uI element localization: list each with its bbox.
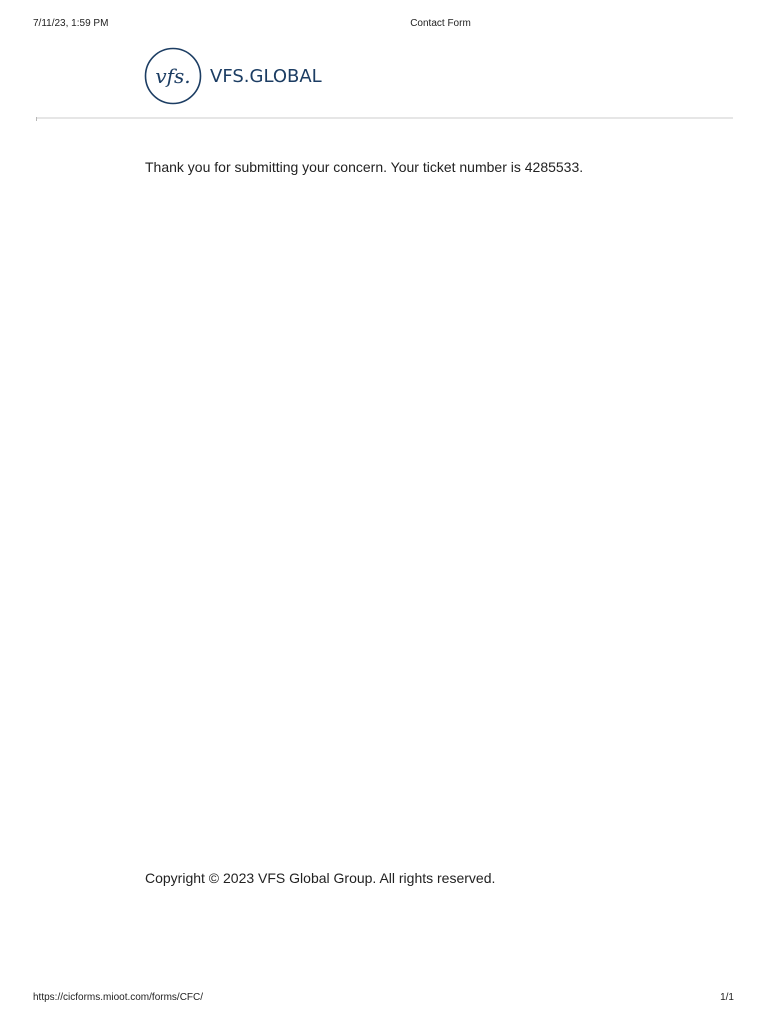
print-url: https://cicforms.mioot.com/forms/CFC/: [33, 992, 204, 1003]
logo-monogram-text: vfs.: [155, 64, 190, 88]
logo-wordmark: VFS.GLOBAL: [210, 65, 322, 87]
print-page-title: Contact Form: [410, 18, 471, 29]
header-divider-tick: [36, 117, 37, 121]
copyright-text: Copyright © 2023 VFS Global Group. All r…: [145, 870, 496, 886]
print-page-indicator: 1/1: [720, 992, 734, 1003]
vfs-monogram-icon: vfs.: [144, 47, 202, 105]
confirmation-message: Thank you for submitting your concern. Y…: [145, 159, 584, 175]
vfs-global-logo[interactable]: vfs. VFS.GLOBAL: [144, 45, 322, 107]
header-divider: [36, 117, 733, 119]
